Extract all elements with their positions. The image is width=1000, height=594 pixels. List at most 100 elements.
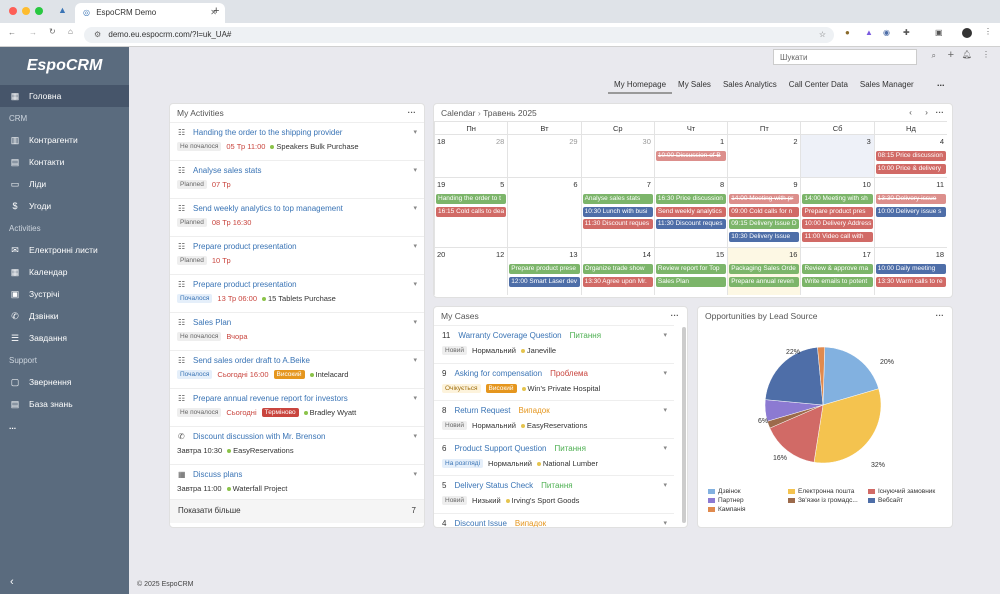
panel-menu-icon[interactable]: ··· xyxy=(936,310,945,320)
activity-title-link[interactable]: Handing the order to the shipping provid… xyxy=(177,128,424,137)
calendar-event[interactable]: 10:00 Price & delivery xyxy=(875,163,947,174)
calendar-day-cell[interactable]: 9 14:00 Meeting with pr 09:00 Cold calls f… xyxy=(727,177,801,247)
case-title-link[interactable]: Warranty Coverage Question xyxy=(458,331,561,340)
calendar-day-cell[interactable]: 18 10:00 Daily meeting 13:30 Warm calls to… xyxy=(873,247,948,295)
legend-item[interactable]: Дзвінок xyxy=(708,487,788,496)
account-link[interactable]: Win's Private Hospital xyxy=(521,384,600,393)
activity-title-link[interactable]: Discount discussion with Mr. Brenson xyxy=(177,432,424,441)
row-dropdown-icon[interactable]: ▾ xyxy=(413,318,417,326)
legend-item[interactable]: Існуючий замовник xyxy=(868,487,948,496)
row-dropdown-icon[interactable]: ▾ xyxy=(413,470,417,478)
logo[interactable]: EspoCRM xyxy=(0,47,129,85)
bookmark-star-icon[interactable]: ☆ xyxy=(819,30,826,39)
calendar-event[interactable]: 10:30 Delivery Issue xyxy=(729,231,800,242)
activity-title-link[interactable]: Send weekly analytics to top management xyxy=(177,204,424,213)
collapse-sidebar-icon[interactable]: ‹ xyxy=(10,576,14,588)
calendar-event[interactable]: 11:30 Discount reques xyxy=(655,219,727,229)
calendar-event[interactable]: 14:00 Meeting with pr xyxy=(729,194,800,204)
case-title-link[interactable]: Return Request xyxy=(454,406,510,415)
row-dropdown-icon[interactable]: ▾ xyxy=(413,394,417,402)
calendar-event[interactable]: 16:15 Cold calls to dea xyxy=(436,206,507,217)
tab-group-icon[interactable]: ▲ xyxy=(58,5,67,15)
next-month-icon[interactable]: › xyxy=(925,107,928,117)
back-icon[interactable]: ← xyxy=(8,28,16,37)
puzzle-icon[interactable]: ✚ xyxy=(903,28,910,37)
forward-icon[interactable]: → xyxy=(29,28,37,37)
sidebar-item[interactable]: ▦ Головна xyxy=(0,85,129,107)
calendar-event[interactable]: Sales Plan xyxy=(655,276,727,287)
row-dropdown-icon[interactable]: ▾ xyxy=(413,280,417,288)
site-info-icon[interactable]: ⚙ xyxy=(94,30,101,39)
legend-item[interactable]: Кампанія xyxy=(708,505,788,514)
dashboard-tab[interactable]: My Homepage xyxy=(608,77,673,94)
sidebar-item[interactable]: ▤ База знань xyxy=(0,393,129,415)
calendar-event[interactable]: 13:30 Delivery issue xyxy=(875,194,947,204)
row-dropdown-icon[interactable]: ▾ xyxy=(663,406,667,414)
panel-menu-icon[interactable]: ··· xyxy=(671,310,680,320)
row-dropdown-icon[interactable]: ▾ xyxy=(663,331,667,339)
dashboard-tab[interactable]: Sales Manager xyxy=(854,77,920,94)
address-bar[interactable]: ⚙ demo.eu.espocrm.com/?l=uk_UA# ☆ xyxy=(84,27,834,43)
sidebar-item[interactable]: ▤ Контакти xyxy=(0,151,129,173)
extension-icon[interactable]: ◉ xyxy=(883,28,890,37)
account-link[interactable]: National Lumber xyxy=(536,459,598,468)
calendar-day-cell[interactable]: 8 16:30 Price discussion Send weekly analy… xyxy=(653,177,728,247)
dashboard-tab[interactable]: Call Center Data xyxy=(783,77,854,94)
minimize-window-dot[interactable] xyxy=(22,7,30,15)
calendar-event[interactable]: 11:00 Video call with xyxy=(802,231,873,242)
calendar-event[interactable]: 13:30 Warm calls to re xyxy=(875,276,947,287)
calendar-event[interactable]: Prepare product prese xyxy=(509,264,580,274)
calendar-day-cell[interactable]: 19 5 Handing the order to t 16:15 Cold call… xyxy=(434,177,508,247)
close-window-dot[interactable] xyxy=(9,7,17,15)
calendar-day-cell[interactable]: 29 xyxy=(507,134,581,177)
calendar-day-cell[interactable]: 10 14:00 Meeting with sh Prepare product p… xyxy=(800,177,874,247)
calendar-event[interactable]: 13:30 Agree upon Mr. xyxy=(582,276,653,287)
home-icon[interactable]: ⌂ xyxy=(68,27,73,36)
row-dropdown-icon[interactable]: ▾ xyxy=(663,444,667,452)
sidebar-item[interactable]: ▦ Календар xyxy=(0,261,129,283)
calendar-event[interactable]: Analyse sales stats xyxy=(582,194,653,204)
panel-menu-icon[interactable]: ··· xyxy=(936,107,945,117)
related-link[interactable]: EasyReservations xyxy=(227,446,294,455)
sidepanel-icon[interactable]: ▣ xyxy=(935,28,943,37)
dashboard-tab[interactable]: Sales Analytics xyxy=(717,77,783,94)
calendar-day-cell[interactable]: 1 10:00 Discussion of B xyxy=(653,134,728,177)
calendar-event[interactable]: 09:15 Delivery Issue D xyxy=(729,219,800,229)
row-dropdown-icon[interactable]: ▾ xyxy=(413,204,417,212)
legend-item[interactable]: Зв'язки із громадс... xyxy=(788,496,868,505)
calendar-event[interactable]: Packaging Sales Orde xyxy=(729,264,800,274)
dashboard-menu-icon[interactable]: ... xyxy=(937,78,945,88)
activity-title-link[interactable]: Analyse sales stats xyxy=(177,166,424,175)
row-dropdown-icon[interactable]: ▾ xyxy=(413,242,417,250)
menu-icon[interactable]: ⋮ xyxy=(982,50,990,59)
calendar-event[interactable]: 10:00 Discussion of B xyxy=(655,151,727,161)
legend-item[interactable]: Партнер xyxy=(708,496,788,505)
calendar-event[interactable]: 12:00 Smart Laser dev xyxy=(509,276,580,287)
row-dropdown-icon[interactable]: ▾ xyxy=(663,481,667,489)
related-link[interactable]: 15 Tablets Purchase xyxy=(262,294,336,303)
more-nav-button[interactable]: ... xyxy=(0,415,129,437)
calendar-day-cell[interactable]: 14 Organize trade show 13:30 Agree upon Mr… xyxy=(580,247,654,295)
calendar-event[interactable]: 16:30 Price discussion xyxy=(655,194,727,204)
extension-icon[interactable]: ▲ xyxy=(865,28,873,37)
row-dropdown-icon[interactable]: ▾ xyxy=(413,356,417,364)
show-more-link[interactable]: Показати більше xyxy=(178,506,241,515)
legend-item[interactable]: Вебсайт xyxy=(868,496,948,505)
calendar-day-cell[interactable]: 7 Analyse sales stats 10:30 Lunch with bus… xyxy=(580,177,654,247)
calendar-event[interactable]: 08:15 Price discussion xyxy=(875,151,947,161)
extension-icon[interactable]: ● xyxy=(845,28,850,37)
activity-title-link[interactable]: Prepare product presentation xyxy=(177,280,424,289)
cases-scrollbar[interactable] xyxy=(682,327,686,523)
calendar-day-cell[interactable]: 17 Review & approve ma Write emails to pot… xyxy=(800,247,874,295)
calendar-event[interactable]: Write emails to potent xyxy=(802,276,873,287)
calendar-event[interactable]: 10:30 Lunch with busi xyxy=(582,206,653,217)
row-dropdown-icon[interactable]: ▾ xyxy=(413,432,417,440)
calendar-day-cell[interactable]: 15 Review report for Top Sales Plan xyxy=(653,247,728,295)
calendar-day-cell[interactable]: 3 xyxy=(800,134,874,177)
avatar[interactable] xyxy=(962,28,972,38)
related-link[interactable]: Bradley Wyatt xyxy=(303,408,356,417)
sidebar-item[interactable]: ▣ Зустрічі xyxy=(0,283,129,305)
notifications-icon[interactable]: 🔔︎ xyxy=(962,50,972,59)
calendar-event[interactable]: 14:00 Meeting with sh xyxy=(802,194,873,204)
activity-title-link[interactable]: Prepare product presentation xyxy=(177,242,424,251)
